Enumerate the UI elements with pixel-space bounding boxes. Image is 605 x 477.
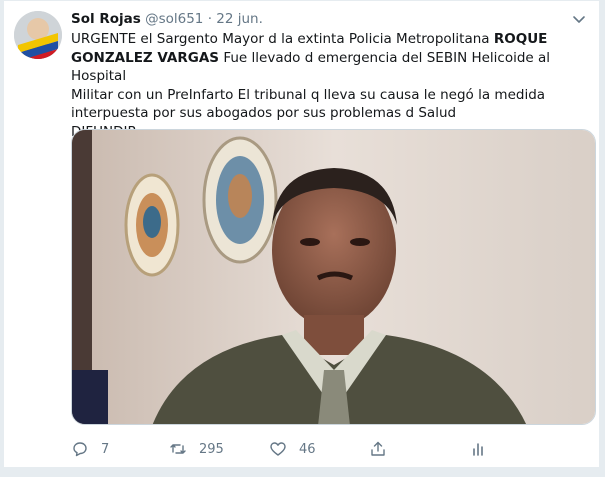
author-name[interactable]: Sol Rojas (71, 11, 141, 27)
share-button[interactable] (369, 437, 387, 461)
share-icon (371, 441, 385, 456)
like-button[interactable]: 46 (269, 437, 316, 461)
photo-image (72, 130, 595, 424)
separator-dot: · (207, 11, 212, 27)
retweet-button[interactable]: 295 (169, 437, 224, 461)
like-icon (270, 442, 286, 456)
tweet-card[interactable]: Sol Rojas @sol651 · 22 jun. URGENTE el S… (3, 0, 600, 468)
avatar-image (14, 11, 62, 59)
tweet-header: Sol Rojas @sol651 · 22 jun. (71, 9, 589, 29)
tweet-date[interactable]: 22 jun. (216, 11, 263, 27)
reply-icon (73, 442, 87, 457)
tweet-text: URGENTE el Sargento Mayor d la extinta P… (71, 30, 591, 141)
tweet-text-line: GONZALEZ VARGAS Fue llevado d emergencia… (71, 49, 591, 86)
reply-button[interactable]: 7 (71, 437, 109, 461)
tweet-text-segment: URGENTE el Sargento Mayor d la extinta P… (71, 31, 494, 47)
analytics-icon (473, 443, 483, 456)
tweet-actions: 7 295 46 (71, 437, 511, 461)
analytics-button[interactable] (469, 437, 487, 461)
chevron-down-icon[interactable] (571, 11, 587, 27)
author-handle[interactable]: @sol651 (145, 11, 203, 27)
tweet-photo[interactable] (71, 129, 596, 425)
avatar[interactable] (14, 11, 62, 59)
like-count: 46 (299, 441, 316, 457)
tweet-text-line: URGENTE el Sargento Mayor d la extinta P… (71, 30, 591, 49)
tweet-text-line: Militar con un PreInfarto El tribunal q … (71, 86, 546, 103)
retweet-icon (170, 444, 186, 454)
tweet-text-line: interpuesta por sus abogados por sus pro… (71, 105, 457, 121)
retweet-count: 295 (199, 441, 224, 457)
tweet-text-bold: GONZALEZ VARGAS (71, 49, 220, 66)
tweet-text-bold: ROQUE (493, 31, 548, 47)
reply-count: 7 (101, 441, 110, 457)
